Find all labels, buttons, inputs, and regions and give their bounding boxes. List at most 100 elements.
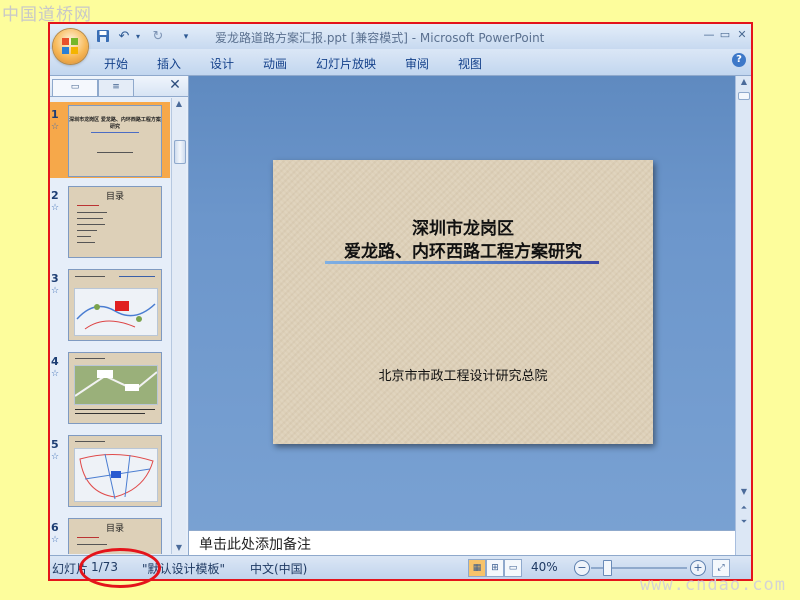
tab-home[interactable]: 开始: [104, 55, 128, 72]
thumbnail-item[interactable]: 5 ☆: [50, 432, 170, 508]
thumbnail-preview: [68, 435, 162, 507]
normal-view-icon[interactable]: ▦: [468, 559, 486, 577]
tab-design[interactable]: 设计: [210, 55, 234, 72]
toc-line: [77, 212, 107, 213]
thumbnail-heading-line: [119, 276, 155, 277]
next-slide-icon[interactable]: ⏷: [737, 516, 751, 528]
highlight-circle: [79, 548, 161, 588]
slides-tab-icon: ▭: [70, 82, 80, 92]
thumbnail-heading-line: [75, 358, 105, 359]
tab-animations[interactable]: 动画: [263, 55, 287, 72]
toc-line: [77, 218, 103, 219]
outline-tab[interactable]: ≡: [98, 79, 134, 96]
toc-line: [77, 242, 95, 243]
transition-star-icon: ☆: [51, 535, 60, 545]
slide-title-line-1[interactable]: 深圳市龙岗区: [273, 214, 653, 239]
thumbnail-number: 5: [51, 438, 59, 451]
transition-star-icon: ☆: [51, 286, 60, 296]
language-indicator[interactable]: 中文(中国): [250, 560, 307, 577]
thumbnail-item[interactable]: 2 ☆ 目录: [50, 183, 170, 259]
redo-icon[interactable]: ↻: [150, 29, 166, 45]
toc-line: [77, 537, 99, 538]
thumbnail-item-selected[interactable]: 1 ☆ 深圳市龙岗区 爱龙路、内环西路工程方案研究: [50, 102, 170, 178]
toc-line: [77, 230, 97, 231]
thumbnail-heading-line: [75, 441, 105, 442]
thumbnail-number: 4: [51, 355, 59, 368]
toc-line: [77, 236, 91, 237]
scroll-thumb[interactable]: [738, 92, 750, 100]
thumbnail-number: 1: [51, 108, 59, 121]
help-icon[interactable]: ?: [732, 53, 746, 67]
zoom-slider-thumb[interactable]: [603, 560, 612, 576]
pane-close-icon[interactable]: ✕: [167, 77, 183, 93]
close-icon[interactable]: ✕: [733, 28, 751, 42]
transition-star-icon: ☆: [51, 122, 60, 132]
thumbnail-title: 深圳市龙岗区 爱龙路、内环西路工程方案研究: [69, 117, 161, 130]
scroll-up-icon[interactable]: ▲: [172, 98, 186, 110]
scroll-thumb[interactable]: [174, 140, 186, 164]
ribbon-tabs: 开始 插入 设计 动画 幻灯片放映 审阅 视图 ?: [50, 49, 751, 76]
thumbnail-preview: 目录: [68, 186, 162, 258]
zoom-out-icon[interactable]: −: [574, 560, 590, 576]
map-thumbnail: [74, 288, 158, 336]
thumbnail-caption-line: [75, 413, 145, 414]
transition-star-icon: ☆: [51, 369, 60, 379]
tab-view[interactable]: 视图: [458, 55, 482, 72]
zoom-level[interactable]: 40%: [531, 560, 558, 574]
thumbnail-item[interactable]: 3 ☆: [50, 266, 170, 342]
scroll-down-icon[interactable]: ▼: [172, 542, 186, 554]
slides-pane: ▭ ≡ ✕ 1 ☆ 深圳市龙岗区 爱龙路、内环西路工程方案研究 2 ☆ 目录 3…: [50, 76, 189, 555]
slide-title-line-2[interactable]: 爱龙路、内环西路工程方案研究: [273, 237, 653, 262]
slide-editing-area: 深圳市龙岗区 爱龙路、内环西路工程方案研究 北京市市政工程设计研究总院: [189, 76, 735, 555]
thumbnail-number: 3: [51, 272, 59, 285]
title-underline: [325, 261, 599, 264]
zoom-in-icon[interactable]: +: [690, 560, 706, 576]
thumbnail-title: 目录: [105, 192, 124, 202]
thumbnail-list: 1 ☆ 深圳市龙岗区 爱龙路、内环西路工程方案研究 2 ☆ 目录 3 ☆ 4 ☆…: [50, 98, 170, 554]
save-icon[interactable]: [95, 29, 111, 45]
notes-pane[interactable]: 单击此处添加备注: [189, 530, 735, 556]
pane-tab-strip: ▭ ≡ ✕: [50, 76, 188, 97]
aerial-map-thumbnail: [74, 365, 158, 405]
restore-icon[interactable]: ▭: [716, 28, 734, 42]
thumbnail-number: 6: [51, 521, 59, 534]
transition-star-icon: ☆: [51, 452, 60, 462]
toc-line: [77, 544, 107, 545]
previous-slide-icon[interactable]: ⏶: [737, 502, 751, 514]
thumbnail-preview: [68, 269, 162, 341]
office-button[interactable]: [53, 29, 88, 64]
thumbnail-heading-line: [75, 276, 105, 277]
thumbnail-preview: 深圳市龙岗区 爱龙路、内环西路工程方案研究: [68, 105, 162, 177]
thumbnail-caption-line: [75, 409, 155, 410]
window-title: 爱龙路道路方案汇报.ppt [兼容模式] - Microsoft PowerPo…: [215, 31, 545, 45]
bottom-watermark: www.cndao.com: [639, 575, 786, 595]
thumbnail-preview: [68, 352, 162, 424]
current-slide[interactable]: 深圳市龙岗区 爱龙路、内环西路工程方案研究 北京市市政工程设计研究总院: [273, 160, 653, 444]
customize-toolbar-icon[interactable]: ▾: [178, 29, 194, 45]
undo-dropdown-icon[interactable]: ▾: [130, 29, 146, 45]
road-network-thumbnail: [74, 448, 158, 502]
slide-show-icon[interactable]: ▭: [504, 559, 522, 577]
tab-insert[interactable]: 插入: [157, 55, 181, 72]
thumbnail-rule: [91, 132, 139, 133]
tab-slide-show[interactable]: 幻灯片放映: [316, 55, 376, 72]
slide-sorter-icon[interactable]: ⊞: [486, 559, 504, 577]
outline-tab-icon: ≡: [112, 82, 120, 92]
thumbnail-title: 目录: [105, 524, 124, 534]
scroll-down-icon[interactable]: ▼: [737, 486, 751, 498]
thumbnails-scrollbar[interactable]: ▲ ▼: [171, 98, 186, 554]
toc-line: [77, 224, 105, 225]
tab-review[interactable]: 审阅: [405, 55, 429, 72]
toc-line: [77, 205, 99, 206]
notes-placeholder: 单击此处添加备注: [199, 537, 311, 553]
slides-tab[interactable]: ▭: [52, 79, 98, 96]
office-logo-icon: [62, 38, 79, 55]
title-bar: ↶ ▾ ↻ ▾ 爱龙路道路方案汇报.ppt [兼容模式] - Microsoft…: [50, 24, 751, 49]
scroll-up-icon[interactable]: ▲: [737, 76, 751, 88]
powerpoint-window: ↶ ▾ ↻ ▾ 爱龙路道路方案汇报.ppt [兼容模式] - Microsoft…: [48, 22, 753, 581]
slide-scrollbar[interactable]: ▲ ▼ ⏶ ⏷: [735, 76, 751, 555]
slide-subtitle[interactable]: 北京市市政工程设计研究总院: [273, 365, 653, 384]
thumbnail-subtitle-line: [97, 152, 133, 153]
thumbnail-item[interactable]: 4 ☆: [50, 349, 170, 425]
transition-star-icon: ☆: [51, 203, 60, 213]
